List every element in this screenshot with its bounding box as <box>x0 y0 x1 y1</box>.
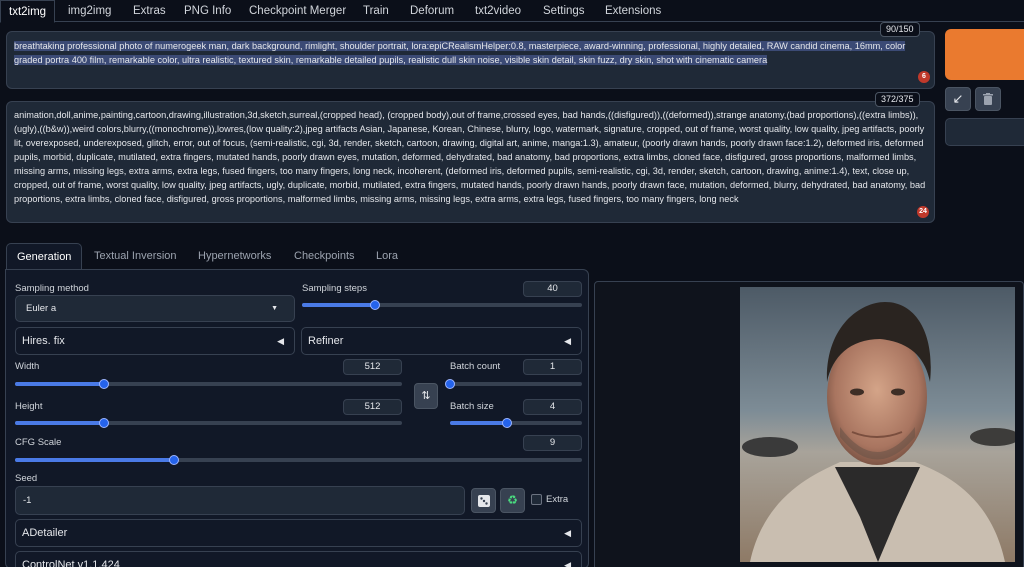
adetailer-accordion[interactable]: ADetailer ◀ <box>15 519 582 547</box>
triangle-left-icon: ◀ <box>564 528 571 538</box>
tab-settings[interactable]: Settings <box>535 0 593 22</box>
tab-extensions[interactable]: Extensions <box>597 0 669 22</box>
negative-prompt-textarea[interactable]: animation,doll,anime,painting,cartoon,dr… <box>6 101 935 223</box>
prompt-token-counter: 90/150 <box>880 22 920 37</box>
width-label: Width <box>15 361 40 372</box>
main-tab-bar: txt2img img2img Extras PNG Info Checkpoi… <box>0 0 1024 23</box>
batch-size-input[interactable]: 4 <box>523 399 582 415</box>
tab-png-info[interactable]: PNG Info <box>176 0 239 22</box>
triangle-left-icon: ◀ <box>277 336 284 346</box>
chevron-down-icon: ▼ <box>271 305 278 312</box>
styles-dropdown[interactable] <box>945 118 1024 146</box>
tab-checkpoint-merger[interactable]: Checkpoint Merger <box>241 0 354 22</box>
negative-prompt-token-counter: 372/375 <box>875 92 920 107</box>
sampling-steps-input[interactable]: 40 <box>523 281 582 297</box>
refiner-accordion[interactable]: Refiner ◀ <box>301 327 582 355</box>
recycle-icon[interactable]: ♻ <box>500 488 525 513</box>
prompt-error-badge: 6 <box>918 71 930 83</box>
triangle-left-icon: ◀ <box>564 560 571 567</box>
tab-txt2img[interactable]: txt2img <box>0 0 56 23</box>
swap-arrows-icon[interactable]: ⇅ <box>414 383 438 409</box>
tab-lora[interactable]: Lora <box>366 243 408 269</box>
prompt-text: breathtaking professional photo of numer… <box>14 39 926 67</box>
batch-size-slider[interactable] <box>450 418 582 428</box>
width-input[interactable]: 512 <box>343 359 402 375</box>
tab-train[interactable]: Train <box>355 0 397 22</box>
width-slider[interactable] <box>15 379 402 389</box>
arrow-down-left-icon[interactable]: ↙ <box>945 87 971 111</box>
extra-label: Extra <box>546 494 569 505</box>
seed-label: Seed <box>15 473 38 484</box>
batch-size-label: Batch size <box>450 401 494 412</box>
controlnet-accordion[interactable]: ControlNet v1.1.424 ◀ <box>15 551 582 567</box>
cfg-scale-label: CFG Scale <box>15 437 62 448</box>
cfg-scale-input[interactable]: 9 <box>523 435 582 451</box>
batch-count-slider[interactable] <box>445 379 582 389</box>
tab-textual-inversion[interactable]: Textual Inversion <box>84 243 187 269</box>
prompt-selected-text: breathtaking professional photo of numer… <box>14 41 906 65</box>
adetailer-label: ADetailer <box>22 527 68 539</box>
tab-generation[interactable]: Generation <box>6 243 83 269</box>
generate-button[interactable] <box>945 29 1024 80</box>
hires-fix-label: Hires. fix <box>22 335 65 347</box>
tab-img2img[interactable]: img2img <box>60 0 119 22</box>
height-label: Height <box>15 401 43 412</box>
dice-icon[interactable] <box>471 488 496 513</box>
batch-count-input[interactable]: 1 <box>523 359 582 375</box>
tab-txt2video[interactable]: txt2video <box>467 0 529 22</box>
sampling-steps-label: Sampling steps <box>302 283 367 294</box>
prompt-textarea[interactable]: breathtaking professional photo of numer… <box>6 31 935 89</box>
sampling-method-label: Sampling method <box>15 283 89 294</box>
tab-deforum[interactable]: Deforum <box>402 0 462 22</box>
hires-fix-accordion[interactable]: Hires. fix ◀ <box>15 327 295 355</box>
extra-checkbox[interactable] <box>531 494 542 505</box>
generated-image[interactable] <box>740 287 1015 562</box>
batch-count-label: Batch count <box>450 361 501 372</box>
negative-prompt-text: animation,doll,anime,painting,cartoon,dr… <box>14 110 926 204</box>
controlnet-label: ControlNet v1.1.424 <box>22 559 120 567</box>
tab-hypernetworks[interactable]: Hypernetworks <box>188 243 281 269</box>
height-slider[interactable] <box>15 418 402 428</box>
cfg-scale-slider[interactable] <box>15 455 582 465</box>
height-input[interactable]: 512 <box>343 399 402 415</box>
seed-input[interactable]: -1 <box>15 486 465 515</box>
triangle-left-icon: ◀ <box>564 336 571 346</box>
trash-icon[interactable] <box>975 87 1001 111</box>
negative-prompt-error-badge: 24 <box>917 206 929 218</box>
tab-extras[interactable]: Extras <box>125 0 174 22</box>
sampling-steps-slider[interactable] <box>302 300 582 310</box>
tab-checkpoints[interactable]: Checkpoints <box>284 243 365 269</box>
sampling-method-dropdown[interactable]: Euler a ▼ <box>15 295 295 322</box>
refiner-label: Refiner <box>308 335 344 347</box>
sampling-method-value: Euler a <box>26 303 57 314</box>
